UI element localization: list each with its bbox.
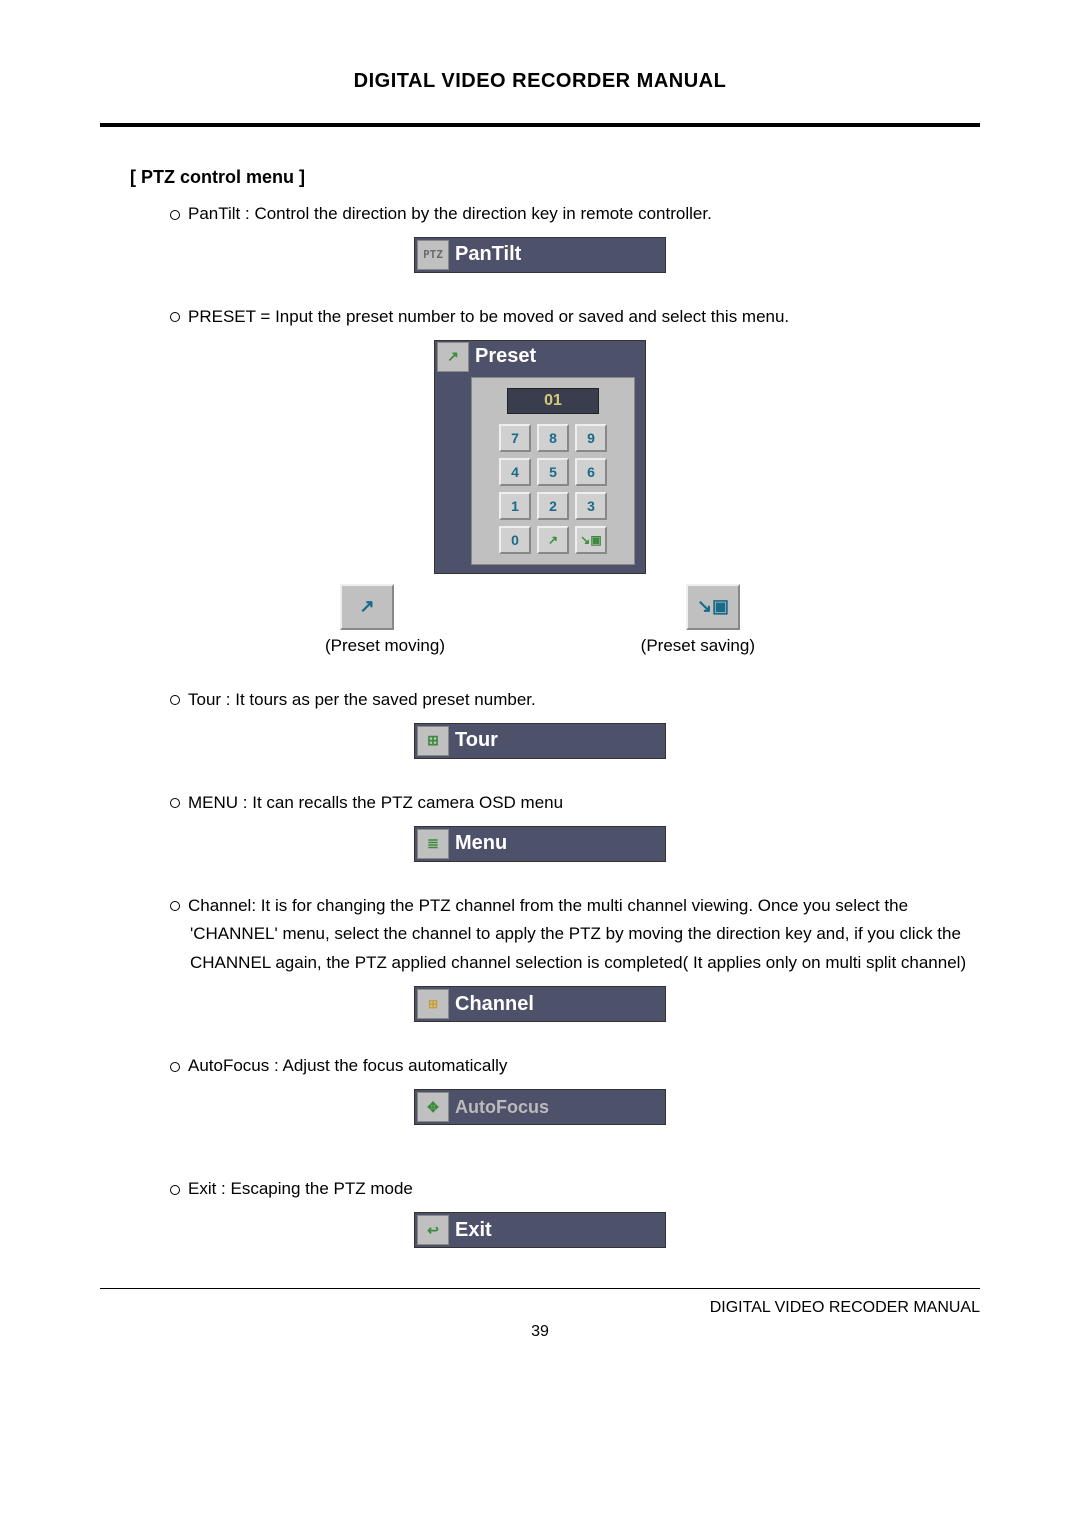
preset-move-icon: ↗ bbox=[437, 342, 469, 372]
channel-icon: ⊞ bbox=[417, 989, 449, 1019]
channel-bar: ⊞ Channel bbox=[414, 986, 666, 1022]
page-content: DIGITAL VIDEO RECORDER MANUAL [ PTZ cont… bbox=[0, 0, 1080, 1381]
key-0[interactable]: 0 bbox=[499, 526, 531, 554]
pantilt-bar: PTZ PanTilt bbox=[414, 237, 666, 273]
key-1[interactable]: 1 bbox=[499, 492, 531, 520]
bullet-icon bbox=[170, 1062, 180, 1072]
bullet-icon bbox=[170, 210, 180, 220]
item-preset-text: PRESET = Input the preset number to be m… bbox=[170, 303, 980, 332]
menu-icon: ≣ bbox=[417, 829, 449, 859]
item-menu-text: MENU : It can recalls the PTZ camera OSD… bbox=[170, 789, 980, 818]
tour-icon: ⊞ bbox=[417, 726, 449, 756]
ptz-icon: PTZ bbox=[417, 240, 449, 270]
preset-bottom-labels: (Preset moving) (Preset saving) bbox=[325, 636, 755, 656]
key-7[interactable]: 7 bbox=[499, 424, 531, 452]
preset-moving-button-icon[interactable]: ↗ bbox=[340, 584, 394, 630]
preset-display: 01 bbox=[507, 388, 599, 414]
pantilt-bar-label: PanTilt bbox=[455, 243, 521, 266]
bullet-icon bbox=[170, 901, 180, 911]
autofocus-icon: ✥ bbox=[417, 1092, 449, 1122]
bullet-icon bbox=[170, 798, 180, 808]
bullet-icon bbox=[170, 695, 180, 705]
autofocus-bar-label: AutoFocus bbox=[455, 1097, 549, 1118]
bullet-icon bbox=[170, 312, 180, 322]
item-exit: Exit : Escaping the PTZ mode ↩ Exit bbox=[100, 1175, 980, 1248]
preset-saving-label: (Preset saving) bbox=[641, 636, 755, 656]
preset-bar-label: Preset bbox=[475, 345, 536, 368]
key-9[interactable]: 9 bbox=[575, 424, 607, 452]
preset-header: ↗ Preset bbox=[435, 341, 645, 373]
key-2[interactable]: 2 bbox=[537, 492, 569, 520]
autofocus-bar: ✥ AutoFocus bbox=[414, 1089, 666, 1125]
channel-bar-label: Channel bbox=[455, 993, 534, 1016]
key-4[interactable]: 4 bbox=[499, 458, 531, 486]
preset-keypad: 7 8 9 4 5 6 1 2 3 0 ↗ ↘▣ bbox=[482, 424, 624, 554]
item-tour-text: Tour : It tours as per the saved preset … bbox=[170, 686, 980, 715]
key-3[interactable]: 3 bbox=[575, 492, 607, 520]
preset-saving-button-icon[interactable]: ↘▣ bbox=[686, 584, 740, 630]
menu-bar-label: Menu bbox=[455, 832, 507, 855]
exit-icon: ↩ bbox=[417, 1215, 449, 1245]
header-rule bbox=[100, 123, 980, 127]
preset-moving-label: (Preset moving) bbox=[325, 636, 445, 656]
page-title: DIGITAL VIDEO RECORDER MANUAL bbox=[100, 70, 980, 93]
preset-panel: ↗ Preset 01 7 8 9 4 5 6 1 2 3 0 ↗ ↘▣ bbox=[434, 340, 646, 574]
key-preset-move-icon[interactable]: ↗ bbox=[537, 526, 569, 554]
footer-rule bbox=[100, 1288, 980, 1289]
item-channel: Channel: It is for changing the PTZ chan… bbox=[100, 892, 980, 1023]
exit-bar: ↩ Exit bbox=[414, 1212, 666, 1248]
item-autofocus: AutoFocus : Adjust the focus automatical… bbox=[100, 1052, 980, 1125]
footer-text: DIGITAL VIDEO RECODER MANUAL bbox=[100, 1299, 980, 1317]
menu-bar: ≣ Menu bbox=[414, 826, 666, 862]
item-pantilt: PanTilt : Control the direction by the d… bbox=[100, 200, 980, 273]
item-menu: MENU : It can recalls the PTZ camera OSD… bbox=[100, 789, 980, 862]
key-5[interactable]: 5 bbox=[537, 458, 569, 486]
key-8[interactable]: 8 bbox=[537, 424, 569, 452]
preset-bottom-buttons: ↗ ↘▣ bbox=[340, 584, 740, 630]
key-preset-save-icon[interactable]: ↘▣ bbox=[575, 526, 607, 554]
item-exit-text: Exit : Escaping the PTZ mode bbox=[170, 1175, 980, 1204]
section-title: [ PTZ control menu ] bbox=[130, 167, 980, 188]
item-pantilt-text: PanTilt : Control the direction by the d… bbox=[170, 200, 980, 229]
item-tour: Tour : It tours as per the saved preset … bbox=[100, 686, 980, 759]
key-6[interactable]: 6 bbox=[575, 458, 607, 486]
bullet-icon bbox=[170, 1185, 180, 1195]
tour-bar-label: Tour bbox=[455, 729, 498, 752]
preset-keypad-body: 01 7 8 9 4 5 6 1 2 3 0 ↗ ↘▣ bbox=[471, 377, 635, 565]
item-preset: PRESET = Input the preset number to be m… bbox=[100, 303, 980, 656]
page-number: 39 bbox=[100, 1323, 980, 1341]
item-channel-text: Channel: It is for changing the PTZ chan… bbox=[170, 892, 980, 979]
item-autofocus-text: AutoFocus : Adjust the focus automatical… bbox=[170, 1052, 980, 1081]
tour-bar: ⊞ Tour bbox=[414, 723, 666, 759]
exit-bar-label: Exit bbox=[455, 1219, 492, 1242]
